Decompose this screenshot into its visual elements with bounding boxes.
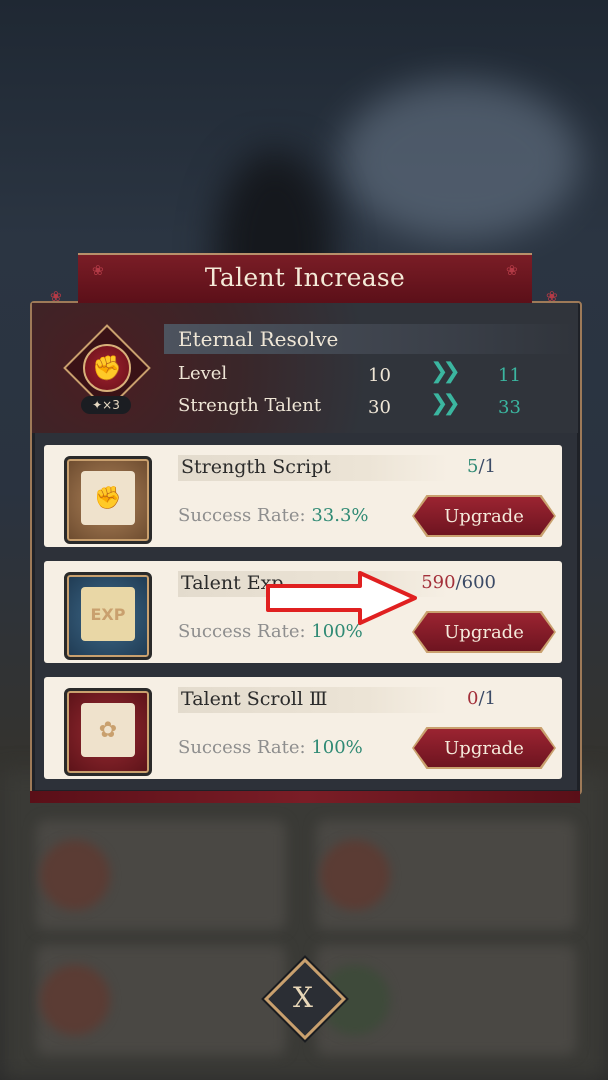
- strength-script-icon: ✊: [64, 456, 152, 544]
- upgrade-button[interactable]: Upgrade: [414, 729, 554, 767]
- item-count-have: 590: [421, 572, 456, 593]
- double-chevron-right-icon: ❯❯: [430, 391, 461, 416]
- skill-star-badge: ✦×3: [81, 396, 131, 414]
- item-count: 5/1: [467, 456, 496, 477]
- background-light: [340, 80, 580, 240]
- success-rate: Success Rate: 33.3%: [178, 505, 369, 526]
- background-avatar: [40, 965, 110, 1035]
- talent-increase-dialog: Talent Increase ❀ ❀ ❀ ❀ ✊ ✦×3 Eternal Re…: [30, 253, 582, 803]
- upgrade-button[interactable]: Upgrade: [414, 497, 554, 535]
- skill-name: Eternal Resolve: [178, 327, 339, 351]
- stat-strength-current: 30: [368, 397, 391, 418]
- success-rate-value: 100%: [311, 737, 363, 758]
- item-count: 0/1: [467, 688, 496, 709]
- item-card-strength-script: ✊ Strength Script 5/1 Success Rate: 33.3…: [44, 445, 562, 547]
- success-rate: Success Rate: 100%: [178, 737, 363, 758]
- success-rate-value: 33.3%: [311, 505, 369, 526]
- item-count-have: 0: [467, 688, 479, 709]
- stat-strength-label: Strength Talent: [178, 395, 322, 416]
- rose-ornament-icon: ❀: [92, 263, 104, 279]
- item-count-need: 1: [484, 688, 496, 709]
- dialog-header: Talent Increase: [78, 253, 532, 307]
- stat-strength-next: 33: [498, 397, 521, 418]
- item-card-talent-scroll: ✿ Talent Scroll Ⅲ 0/1 Success Rate: 100%…: [44, 677, 562, 779]
- item-count-need: 1: [484, 456, 496, 477]
- success-rate-label: Success Rate:: [178, 737, 306, 758]
- talent-scroll-icon: ✿: [64, 688, 152, 776]
- item-count-have: 5: [467, 456, 479, 477]
- dialog-bottom-trim: [30, 791, 580, 803]
- stat-level-next: 11: [498, 365, 521, 386]
- close-button[interactable]: X: [266, 960, 340, 1034]
- dialog-title: Talent Increase: [204, 263, 406, 292]
- stat-level-label: Level: [178, 363, 228, 384]
- exp-scroll-icon: EXP: [64, 572, 152, 660]
- item-count-need: 600: [461, 572, 496, 593]
- upgrade-button[interactable]: Upgrade: [414, 613, 554, 651]
- stat-level-current: 10: [368, 365, 391, 386]
- double-chevron-right-icon: ❯❯: [430, 359, 461, 384]
- item-name: Strength Script: [181, 456, 331, 478]
- item-count: 590/600: [421, 572, 496, 593]
- rose-ornament-icon: ❀: [506, 263, 518, 279]
- background-avatar: [40, 840, 110, 910]
- fist-icon: ✊: [83, 344, 131, 392]
- success-rate-label: Success Rate:: [178, 505, 306, 526]
- annotation-arrow-icon: [266, 571, 417, 625]
- skill-emblem: ✊: [63, 324, 151, 412]
- background-avatar: [320, 840, 390, 910]
- item-name: Talent Scroll Ⅲ: [181, 688, 328, 710]
- close-button-wrap: X: [263, 957, 347, 1041]
